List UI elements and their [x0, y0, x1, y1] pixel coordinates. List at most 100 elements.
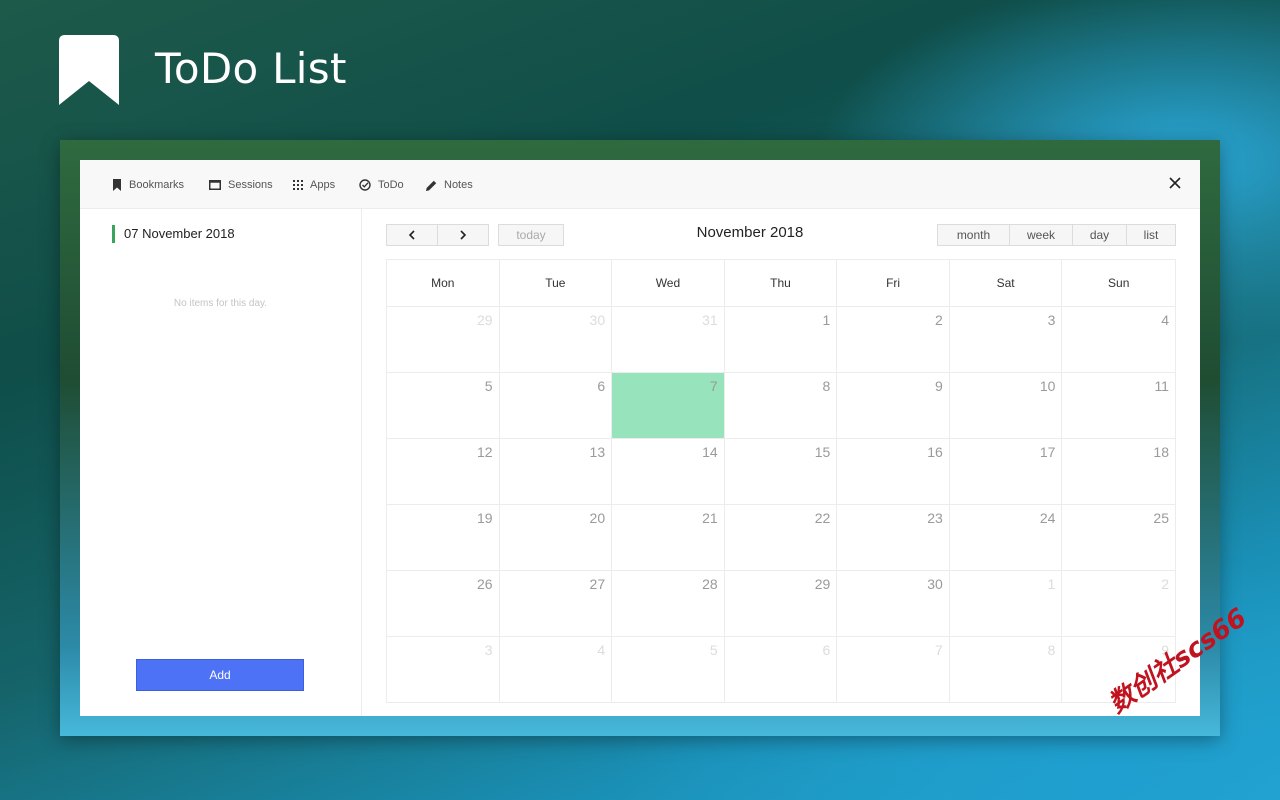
day-number: 2: [935, 312, 943, 328]
day-cell[interactable]: 6: [724, 636, 838, 702]
day-number: 17: [1039, 444, 1056, 460]
next-button[interactable]: [437, 224, 489, 246]
day-cell[interactable]: 1: [724, 306, 838, 372]
chevron-left-icon: [408, 230, 415, 240]
day-number: 28: [702, 576, 718, 592]
view-day-button[interactable]: day: [1072, 224, 1127, 246]
day-number: 16: [927, 444, 943, 460]
day-cell[interactable]: 12: [387, 438, 500, 504]
day-cell[interactable]: 15: [724, 438, 838, 504]
day-number: 8: [822, 378, 831, 394]
day-cell[interactable]: 5: [387, 372, 500, 438]
prev-button[interactable]: [386, 224, 438, 246]
nav-notes[interactable]: Notes: [426, 177, 473, 193]
close-button[interactable]: [1168, 176, 1182, 190]
day-number: 2: [1161, 576, 1169, 592]
selected-date: 07 November 2018: [112, 225, 235, 243]
day-cell[interactable]: 18: [1062, 438, 1175, 504]
day-cell[interactable]: 20: [499, 504, 613, 570]
day-cell[interactable]: 13: [499, 438, 613, 504]
day-number: 19: [476, 510, 493, 526]
day-number: 24: [1039, 510, 1056, 526]
day-cell[interactable]: 30: [837, 570, 950, 636]
day-cell[interactable]: 16: [837, 438, 950, 504]
nav-label: ToDo: [378, 179, 404, 191]
pencil-icon: [426, 180, 437, 191]
day-cell[interactable]: 2: [837, 306, 950, 372]
chevron-right-icon: [460, 230, 467, 240]
day-cell[interactable]: 7: [612, 372, 725, 438]
weekday-header: Thu: [725, 260, 838, 306]
day-cell[interactable]: 4: [499, 636, 613, 702]
nav-bookmarks[interactable]: Bookmarks: [112, 177, 184, 193]
day-cell[interactable]: 30: [499, 306, 613, 372]
day-number: 22: [814, 510, 831, 526]
day-cell[interactable]: 10: [949, 372, 1063, 438]
day-cell[interactable]: 23: [837, 504, 950, 570]
day-cell[interactable]: 9: [837, 372, 950, 438]
weekday-header: Mon: [387, 260, 500, 306]
day-number: 6: [822, 642, 831, 658]
nav-todo[interactable]: ToDo: [359, 177, 404, 193]
day-cell[interactable]: 3: [949, 306, 1063, 372]
day-cell[interactable]: 26: [387, 570, 500, 636]
weekday-header: Fri: [837, 260, 950, 306]
day-cell[interactable]: 14: [612, 438, 725, 504]
nav-label: Sessions: [228, 179, 273, 191]
calendar-grid: Mon Tue Wed Thu Fri Sat Sun 29 30 31 1 2 3 4 5 6 7 8 9 10 11…: [386, 259, 1176, 703]
nav-apps[interactable]: Apps: [293, 177, 335, 193]
day-cell[interactable]: 22: [724, 504, 838, 570]
nav-label: Notes: [444, 179, 473, 191]
day-number: 4: [1161, 312, 1169, 328]
hero-title: ToDo List: [155, 44, 347, 93]
day-cell[interactable]: 21: [612, 504, 725, 570]
day-cell[interactable]: 6: [499, 372, 613, 438]
day-number: 30: [927, 576, 943, 592]
day-number: 5: [484, 378, 493, 394]
weekday-header: Wed: [612, 260, 725, 306]
empty-message: No items for this day.: [173, 298, 268, 309]
weekday-header: Tue: [500, 260, 613, 306]
day-cell[interactable]: 29: [724, 570, 838, 636]
view-list-button[interactable]: list: [1126, 224, 1176, 246]
day-cell[interactable]: 2: [1062, 570, 1175, 636]
day-cell[interactable]: 7: [837, 636, 950, 702]
add-button[interactable]: Add: [136, 659, 304, 691]
day-cell[interactable]: 5: [612, 636, 725, 702]
day-number: 7: [935, 642, 943, 658]
day-number: 25: [1153, 510, 1169, 526]
day-cell[interactable]: 24: [949, 504, 1063, 570]
window-icon: [209, 180, 221, 190]
day-number: 3: [1047, 312, 1056, 328]
nav-label: Bookmarks: [129, 179, 185, 191]
view-month-button[interactable]: month: [937, 224, 1010, 246]
day-cell[interactable]: 4: [1062, 306, 1175, 372]
day-cell[interactable]: 1: [949, 570, 1063, 636]
day-cell[interactable]: 3: [387, 636, 500, 702]
day-cell[interactable]: 29: [387, 306, 500, 372]
day-cell[interactable]: 31: [612, 306, 725, 372]
weekday-header: Sat: [950, 260, 1063, 306]
view-week-button[interactable]: week: [1009, 224, 1073, 246]
day-cell[interactable]: 17: [949, 438, 1063, 504]
day-number: 4: [597, 642, 606, 658]
day-cell[interactable]: 8: [724, 372, 838, 438]
top-nav: Bookmarks Sessions Apps ToDo Notes: [80, 160, 1200, 209]
day-cell[interactable]: 19: [387, 504, 500, 570]
day-number: 11: [1154, 378, 1169, 394]
today-button[interactable]: today: [498, 224, 564, 246]
day-cell[interactable]: 27: [499, 570, 613, 636]
day-number: 8: [1047, 642, 1056, 658]
day-number: 13: [589, 444, 606, 460]
day-cell[interactable]: 8: [949, 636, 1063, 702]
day-number: 5: [709, 642, 718, 658]
nav-sessions[interactable]: Sessions: [209, 177, 273, 193]
check-circle-icon: [359, 179, 371, 191]
app-logo: [59, 35, 119, 105]
day-number: 10: [1039, 378, 1056, 394]
day-number: 9: [935, 378, 943, 394]
day-cell[interactable]: 28: [612, 570, 725, 636]
day-cell[interactable]: 11: [1062, 372, 1175, 438]
day-cell[interactable]: 25: [1062, 504, 1175, 570]
day-number: 27: [589, 576, 606, 592]
